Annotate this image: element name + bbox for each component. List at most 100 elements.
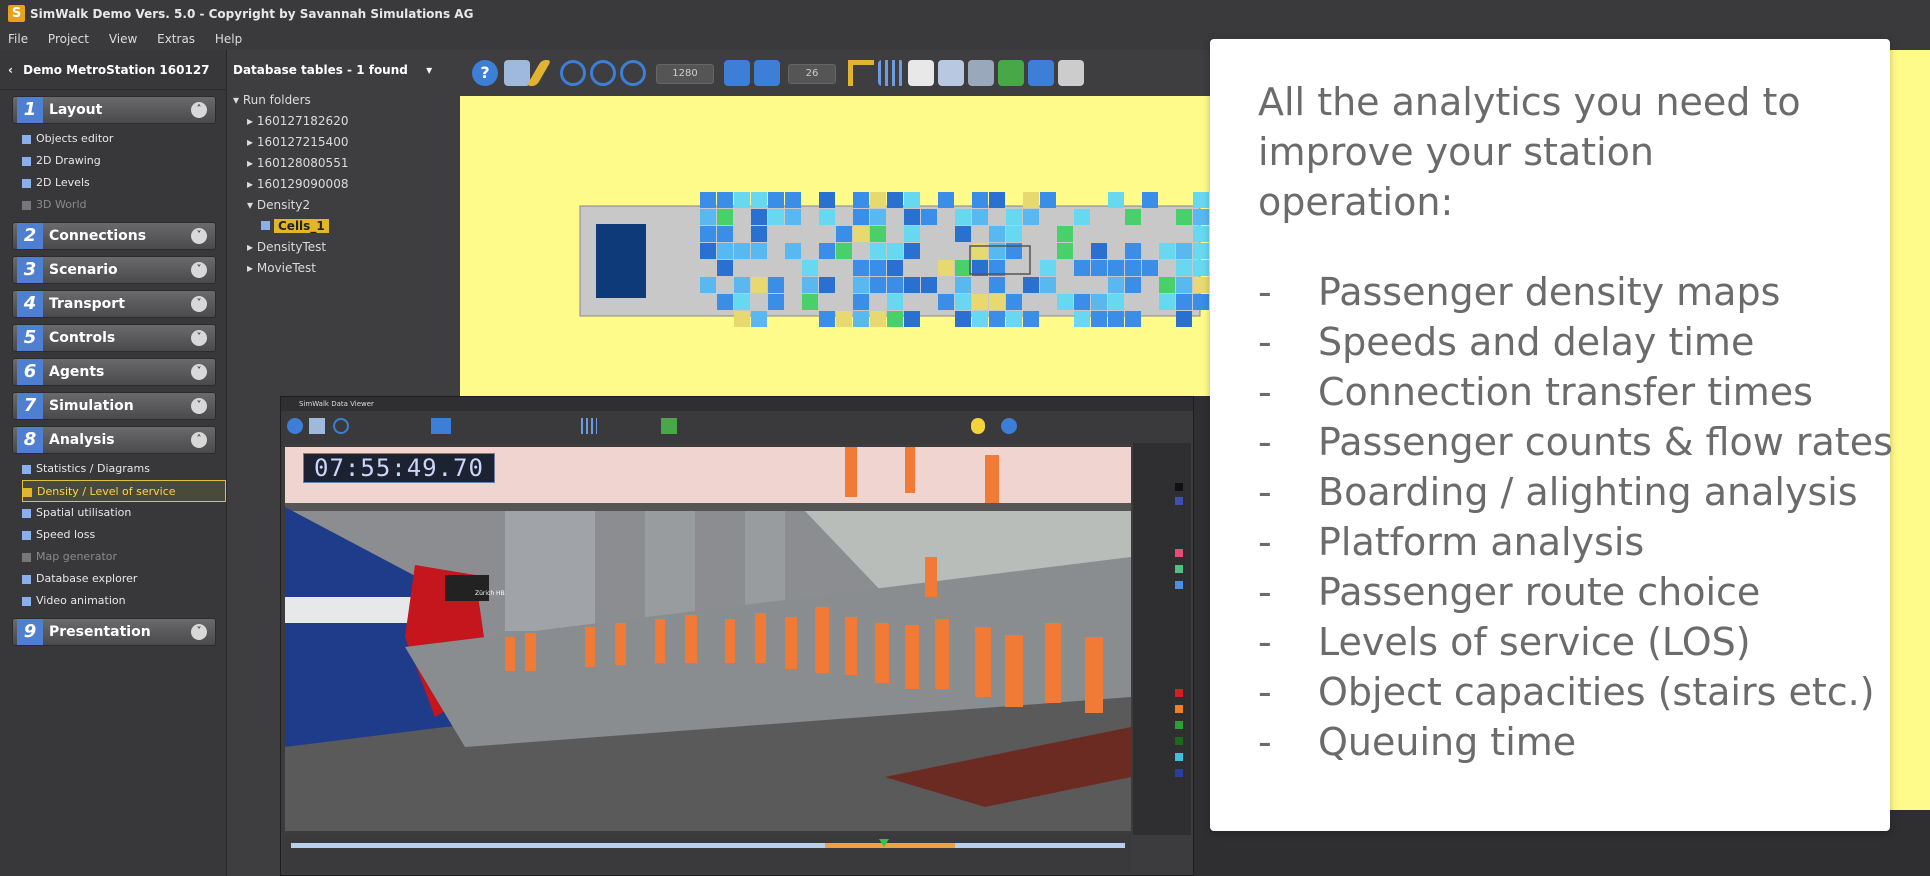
color-swatch[interactable]	[1175, 483, 1183, 491]
viewer-layers-icon[interactable]	[431, 418, 451, 434]
section-label: Connections	[49, 228, 147, 244]
viewer-timeline[interactable]	[285, 835, 1131, 873]
sidebar-item-spatial-utilisation[interactable]: Spatial utilisation	[22, 502, 226, 524]
sidebar-item-objects-editor[interactable]: Objects editor	[22, 128, 226, 150]
viewer-help-icon[interactable]	[287, 418, 303, 434]
menu-view[interactable]: View	[109, 32, 137, 46]
density-cell	[887, 311, 903, 327]
sidebar-item-density[interactable]: Density / Level of service	[22, 480, 226, 502]
tree-node[interactable]: ▾ Density2	[227, 195, 460, 216]
menu-project[interactable]: Project	[48, 32, 89, 46]
tree-node[interactable]: ▸ 160127215400	[227, 132, 460, 153]
collapse-chevron-icon[interactable]: ˄	[191, 432, 207, 448]
expand-chevron-icon[interactable]: ˅	[191, 624, 207, 640]
pencil-icon[interactable]	[526, 60, 552, 86]
level-input[interactable]: 26	[788, 64, 836, 84]
tree-node[interactable]: ▸ 160127182620	[227, 111, 460, 132]
expand-chevron-icon[interactable]: ˅	[191, 228, 207, 244]
layers-icon[interactable]	[724, 60, 750, 86]
density-cell	[717, 226, 733, 242]
section-connections[interactable]: 2 Connections ˅	[12, 222, 216, 250]
zoom-in-icon[interactable]	[560, 60, 586, 86]
viewer-agent-icon[interactable]	[661, 418, 677, 434]
timeline-track[interactable]	[291, 843, 1125, 848]
viewer-zoom-icon[interactable]	[333, 418, 349, 434]
color-swatch[interactable]	[1175, 721, 1183, 729]
color-swatch[interactable]	[1175, 581, 1183, 589]
viewer-light-icon[interactable]	[971, 418, 985, 434]
grid-icon[interactable]	[878, 60, 904, 86]
section-analysis[interactable]: 8 Analysis ˄	[12, 426, 216, 454]
timeline-marker-icon[interactable]	[879, 839, 889, 847]
section-scenario[interactable]: 3 Scenario ˅	[12, 256, 216, 284]
display-icon[interactable]	[1058, 60, 1084, 86]
sidebar-item-statistics[interactable]: Statistics / Diagrams	[22, 458, 226, 480]
zoom-input[interactable]: 1280	[656, 64, 714, 84]
tree-node[interactable]: ▸ DensityTest	[227, 237, 460, 258]
tree-node-selected[interactable]: Cells_1	[227, 216, 460, 237]
sidebar-item-speed-loss[interactable]: Speed loss	[22, 524, 226, 546]
color-swatch[interactable]	[1175, 549, 1183, 557]
help-icon[interactable]: ?	[472, 60, 498, 86]
viewer-print-icon[interactable]	[309, 418, 325, 434]
color-swatch[interactable]	[1175, 705, 1183, 713]
density-canvas[interactable]	[460, 96, 1212, 396]
expand-chevron-icon[interactable]: ˅	[191, 330, 207, 346]
zoom-fit-icon[interactable]	[590, 60, 616, 86]
sidebar-item-2d-levels[interactable]: 2D Levels	[22, 172, 226, 194]
timeline-range[interactable]	[825, 843, 955, 848]
dropdown-arrow-icon[interactable]: ▾	[426, 63, 432, 77]
section-presentation[interactable]: 9 Presentation ˅	[12, 618, 216, 646]
menu-extras[interactable]: Extras	[157, 32, 195, 46]
viewer-settings-icon[interactable]	[1001, 418, 1017, 434]
density-cell	[819, 192, 835, 208]
viewer-grid-icon[interactable]	[581, 418, 597, 434]
section-simulation[interactable]: 7 Simulation ˅	[12, 392, 216, 420]
tree-node[interactable]: ▾ Run folders	[227, 90, 460, 111]
menu-help[interactable]: Help	[215, 32, 242, 46]
levels-icon[interactable]	[754, 60, 780, 86]
sidebar-item-3d-world[interactable]: 3D World	[22, 194, 226, 216]
density-cell	[1074, 311, 1090, 327]
color-swatch[interactable]	[1175, 737, 1183, 745]
color-swatch[interactable]	[1175, 769, 1183, 777]
sidebar-item-database-explorer[interactable]: Database explorer	[22, 568, 226, 590]
density-cell	[853, 226, 869, 242]
speed-icon	[22, 531, 31, 540]
feature-text: Passenger route choice	[1318, 570, 1761, 614]
3d-scene[interactable]: Zürich HB	[285, 447, 1131, 831]
nodes-icon[interactable]	[938, 60, 964, 86]
expand-chevron-icon[interactable]: ˅	[191, 398, 207, 414]
print-icon[interactable]	[504, 60, 530, 86]
section-agents[interactable]: 6 Agents ˅	[12, 358, 216, 386]
expand-chevron-icon[interactable]: ˅	[191, 296, 207, 312]
square-icon[interactable]	[908, 60, 934, 86]
feature-card: All the analytics you need to improve yo…	[1210, 39, 1893, 831]
section-controls[interactable]: 5 Controls ˅	[12, 324, 216, 352]
collapse-chevron-icon[interactable]: ˄	[191, 102, 207, 118]
expand-chevron-icon[interactable]: ˅	[191, 364, 207, 380]
sidebar-item-2d-drawing[interactable]: 2D Drawing	[22, 150, 226, 172]
color-swatch[interactable]	[1175, 497, 1183, 505]
sidebar-item-video-animation[interactable]: Video animation	[22, 590, 226, 612]
zoom-out-icon[interactable]	[620, 60, 646, 86]
sidebar-item-map-generator[interactable]: Map generator	[22, 546, 226, 568]
agent-green-icon[interactable]	[998, 60, 1024, 86]
color-swatch[interactable]	[1175, 689, 1183, 697]
density-cell	[921, 277, 937, 293]
section-layout[interactable]: 1 Layout ˄	[12, 96, 216, 124]
back-chevron-icon[interactable]: ‹	[8, 63, 13, 77]
network-icon[interactable]	[968, 60, 994, 86]
corner-icon[interactable]	[848, 60, 874, 86]
tree-node[interactable]: ▸ MovieTest	[227, 258, 460, 279]
agent-blue-icon[interactable]	[1028, 60, 1054, 86]
section-transport[interactable]: 4 Transport ˅	[12, 290, 216, 318]
color-swatch[interactable]	[1175, 565, 1183, 573]
density-cell	[1057, 226, 1073, 242]
tree-node[interactable]: ▸ 160129090008	[227, 174, 460, 195]
color-swatch[interactable]	[1175, 753, 1183, 761]
menu-file[interactable]: File	[8, 32, 28, 46]
expand-chevron-icon[interactable]: ˅	[191, 262, 207, 278]
density-cell	[1176, 243, 1192, 259]
tree-node[interactable]: ▸ 160128080551	[227, 153, 460, 174]
